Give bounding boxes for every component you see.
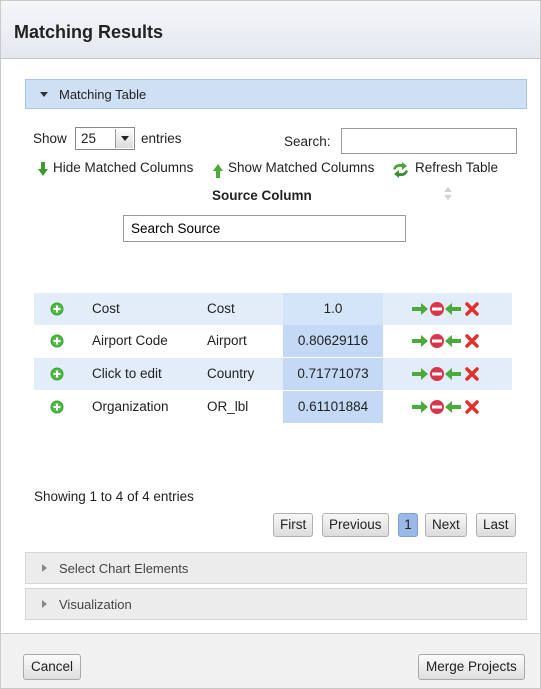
table-row: Airport Code Airport 0.80629116 — [34, 325, 512, 357]
refresh-table-label: Refresh Table — [415, 160, 499, 175]
dialog-titlebar: Matching Results — [1, 1, 540, 59]
arrow-left-icon[interactable] — [445, 303, 461, 315]
target-cell: OR_lbl — [207, 399, 249, 414]
page-size-select[interactable]: 25 — [75, 127, 135, 150]
add-plus-icon[interactable] — [50, 367, 64, 381]
select-chart-elements-accordion[interactable]: Select Chart Elements — [25, 552, 527, 584]
row-actions — [412, 301, 482, 320]
row-actions — [412, 399, 482, 418]
last-page-button[interactable]: Last — [476, 513, 516, 537]
remove-circle-icon[interactable] — [430, 400, 444, 414]
hide-matched-columns-label: Hide Matched Columns — [53, 160, 194, 175]
select-chart-elements-label: Select Chart Elements — [59, 561, 189, 576]
matching-table-accordion-header[interactable]: Matching Table — [25, 79, 527, 109]
dialog-footer: Cancel Merge Projects — [1, 633, 540, 688]
source-cell[interactable]: Airport Code — [92, 333, 168, 348]
dialog-title: Matching Results — [14, 22, 164, 42]
cancel-button[interactable]: Cancel — [23, 654, 82, 680]
arrow-right-icon[interactable] — [412, 401, 428, 413]
chevron-down-icon[interactable] — [115, 129, 133, 148]
search-label: Search: — [284, 134, 331, 149]
sort-icon[interactable] — [444, 186, 452, 201]
show-label: Show — [33, 131, 67, 146]
score-cell: 0.71771073 — [283, 358, 383, 390]
add-plus-icon[interactable] — [50, 302, 64, 316]
add-plus-icon[interactable] — [50, 334, 64, 348]
target-cell: Country — [207, 366, 255, 381]
table-row: Organization OR_lbl 0.61101884 — [34, 391, 512, 423]
triangle-down-icon — [40, 92, 48, 97]
score-cell: 1.0 — [283, 293, 383, 325]
remove-circle-icon[interactable] — [430, 367, 444, 381]
current-page-button[interactable]: 1 — [398, 513, 418, 537]
arrow-left-icon[interactable] — [445, 368, 461, 380]
row-actions — [412, 333, 482, 352]
score-cell: 0.61101884 — [283, 391, 383, 423]
next-page-button[interactable]: Next — [425, 513, 467, 537]
source-column-header[interactable]: Source Column — [212, 188, 312, 203]
remove-circle-icon[interactable] — [430, 302, 444, 316]
search-source-input[interactable] — [123, 215, 406, 242]
add-plus-icon[interactable] — [50, 400, 64, 414]
previous-page-button[interactable]: Previous — [322, 513, 389, 537]
score-cell: 0.80629116 — [283, 325, 383, 357]
visualization-label: Visualization — [59, 597, 132, 612]
source-cell[interactable]: Organization — [92, 399, 169, 414]
remove-circle-icon[interactable] — [430, 334, 444, 348]
target-cell: Cost — [207, 301, 235, 316]
delete-x-icon[interactable] — [465, 367, 479, 381]
delete-x-icon[interactable] — [465, 334, 479, 348]
show-matched-columns-label: Show Matched Columns — [228, 160, 375, 175]
visualization-accordion[interactable]: Visualization — [25, 588, 527, 620]
triangle-right-icon — [42, 600, 47, 608]
delete-x-icon[interactable] — [465, 302, 479, 316]
target-cell: Airport — [207, 333, 247, 348]
arrow-left-icon[interactable] — [445, 401, 461, 413]
entries-label: entries — [141, 131, 182, 146]
refresh-icon — [393, 162, 408, 178]
first-page-button[interactable]: First — [273, 513, 314, 537]
merge-projects-button[interactable]: Merge Projects — [418, 654, 525, 680]
green-arrow-up-icon — [213, 164, 223, 178]
source-cell[interactable]: Cost — [92, 301, 120, 316]
table-row: Click to edit Country 0.71771073 — [34, 358, 512, 390]
table-row: Cost Cost 1.0 — [34, 293, 512, 325]
arrow-right-icon[interactable] — [412, 335, 428, 347]
green-arrow-down-icon — [38, 162, 48, 176]
row-actions — [412, 366, 482, 385]
arrow-right-icon[interactable] — [412, 303, 428, 315]
delete-x-icon[interactable] — [465, 400, 479, 414]
page-size-value: 25 — [81, 131, 97, 146]
row-background — [34, 293, 283, 325]
table-info: Showing 1 to 4 of 4 entries — [34, 489, 194, 504]
matching-results-dialog: Matching Results Matching Table Show 25 … — [0, 0, 541, 689]
arrow-right-icon[interactable] — [412, 368, 428, 380]
matching-table-label: Matching Table — [59, 87, 147, 102]
search-input[interactable] — [341, 128, 517, 154]
source-cell[interactable]: Click to edit — [92, 366, 162, 381]
triangle-right-icon — [42, 564, 47, 572]
arrow-left-icon[interactable] — [445, 335, 461, 347]
